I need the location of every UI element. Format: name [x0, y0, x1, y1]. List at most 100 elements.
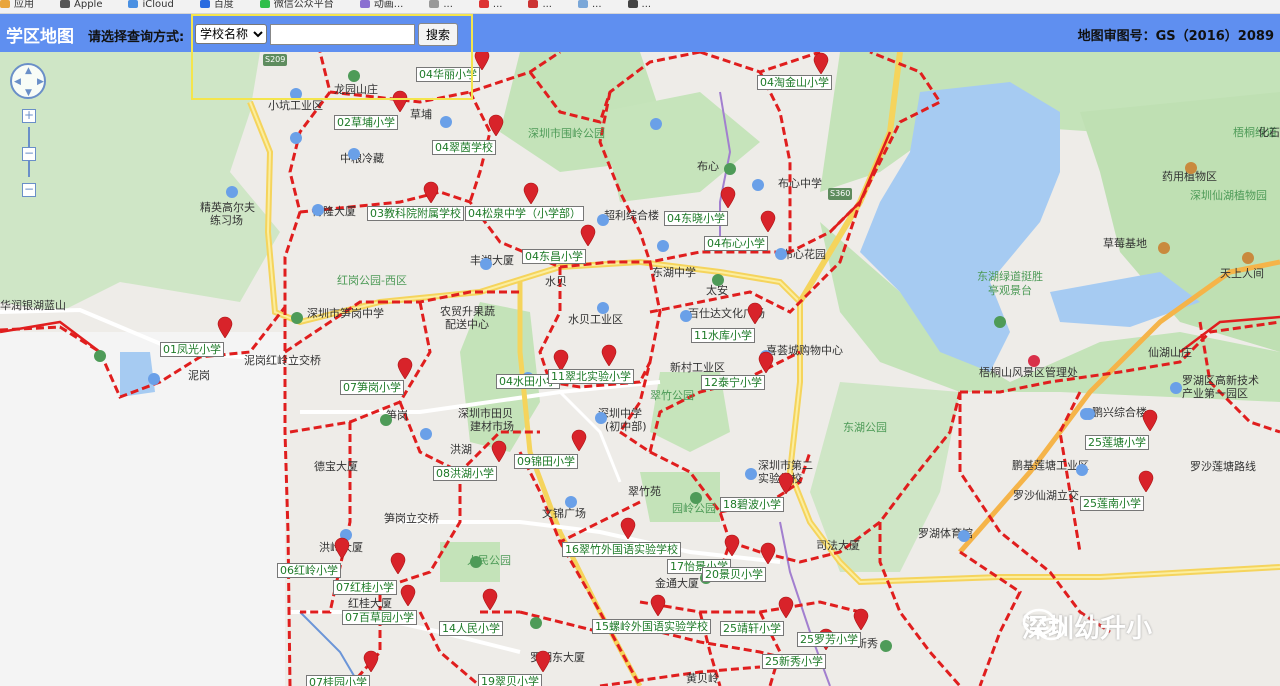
bookmark-item[interactable]: ...: [578, 0, 602, 10]
poi-icon[interactable]: [958, 530, 970, 542]
pan-control[interactable]: ▲ ▼ ◀ ▶: [10, 63, 46, 99]
poi-icon[interactable]: [420, 428, 432, 440]
zoom-slider-handle[interactable]: −: [22, 147, 36, 161]
school-marker-icon[interactable]: [523, 182, 539, 204]
poi-icon[interactable]: [597, 214, 609, 226]
poi-icon[interactable]: [1185, 162, 1197, 174]
poi-icon[interactable]: [440, 116, 452, 128]
school-label[interactable]: 07百草园小学: [342, 610, 417, 625]
district-map[interactable]: S209 龙园山庄 小坑工业区 草埔 中粮冷藏 深圳市围岭公园 布心 布心中学 S360 药用植物…: [0, 52, 1280, 686]
school-marker-icon[interactable]: [1142, 409, 1158, 431]
poi-icon[interactable]: [752, 179, 764, 191]
school-marker-icon[interactable]: [778, 596, 794, 618]
poi-icon[interactable]: [348, 70, 360, 82]
school-label[interactable]: 25莲南小学: [1080, 496, 1144, 511]
school-label[interactable]: 07笋岗小学: [340, 380, 404, 395]
school-label[interactable]: 08洪湖小学: [433, 466, 497, 481]
poi-icon[interactable]: [994, 316, 1006, 328]
search-button[interactable]: 搜索: [418, 23, 458, 46]
school-label[interactable]: 04东晓小学: [664, 211, 728, 226]
school-label[interactable]: 04淘金山小学: [757, 75, 832, 90]
poi-icon[interactable]: [880, 640, 892, 652]
school-marker-icon[interactable]: [620, 517, 636, 539]
poi-icon[interactable]: [348, 148, 360, 160]
poi-icon[interactable]: [291, 312, 303, 324]
poi-icon[interactable]: [712, 274, 724, 286]
school-label[interactable]: 25罗芳小学: [797, 632, 861, 647]
bookmark-item[interactable]: iCloud: [128, 0, 174, 10]
school-label[interactable]: 07桂园小学: [306, 675, 370, 686]
poi-icon[interactable]: [470, 556, 482, 568]
pan-left-icon[interactable]: ◀: [14, 77, 21, 87]
poi-icon[interactable]: [690, 492, 702, 504]
school-marker-icon[interactable]: [334, 537, 350, 559]
school-marker-icon[interactable]: [423, 181, 439, 203]
school-marker-icon[interactable]: [397, 357, 413, 379]
poi-icon[interactable]: [480, 258, 492, 270]
school-marker-icon[interactable]: [482, 588, 498, 610]
school-label[interactable]: 04翠茵学校: [432, 140, 496, 155]
bookmark-item[interactable]: ...: [627, 0, 651, 10]
bookmark-item[interactable]: ...: [478, 0, 502, 10]
school-label[interactable]: 25新秀小学: [762, 654, 826, 669]
school-label[interactable]: 04布心小学: [704, 236, 768, 251]
school-marker-icon[interactable]: [553, 349, 569, 371]
school-label[interactable]: 11翠北实验小学: [548, 369, 634, 384]
poi-icon[interactable]: [1170, 382, 1182, 394]
poi-icon[interactable]: [650, 118, 662, 130]
poi-icon[interactable]: [745, 468, 757, 480]
poi-icon[interactable]: [290, 132, 302, 144]
school-marker-icon[interactable]: [813, 52, 829, 74]
poi-icon[interactable]: [657, 240, 669, 252]
school-label[interactable]: 04松泉中学（小学部）: [465, 206, 584, 221]
school-marker-icon[interactable]: [400, 584, 416, 606]
school-marker-icon[interactable]: [571, 429, 587, 451]
poi-icon[interactable]: [1028, 355, 1040, 367]
school-label[interactable]: 04东昌小学: [522, 249, 586, 264]
school-label[interactable]: 11水库小学: [691, 328, 755, 343]
bookmark-item[interactable]: 微信公众平台: [259, 0, 334, 10]
poi-icon[interactable]: [1158, 242, 1170, 254]
bookmark-item[interactable]: 百度: [199, 0, 234, 10]
school-marker-icon[interactable]: [580, 224, 596, 246]
zoom-out-button[interactable]: −: [22, 183, 36, 197]
school-marker-icon[interactable]: [488, 114, 504, 136]
zoom-in-button[interactable]: +: [22, 109, 36, 123]
bookmark-item[interactable]: 应用: [0, 0, 34, 10]
poi-icon[interactable]: [724, 163, 736, 175]
poi-icon[interactable]: [312, 204, 324, 216]
poi-icon[interactable]: [597, 302, 609, 314]
school-label[interactable]: 12泰宁小学: [701, 375, 765, 390]
poi-icon[interactable]: [226, 186, 238, 198]
poi-icon[interactable]: [775, 248, 787, 260]
school-marker-icon[interactable]: [601, 344, 617, 366]
poi-icon[interactable]: [94, 350, 106, 362]
school-marker-icon[interactable]: [392, 90, 408, 112]
school-label[interactable]: 15螺岭外国语实验学校: [592, 619, 711, 634]
poi-icon[interactable]: [380, 414, 392, 426]
poi-icon[interactable]: [565, 496, 577, 508]
school-marker-icon[interactable]: [760, 542, 776, 564]
pan-up-icon[interactable]: ▲: [25, 66, 32, 76]
school-marker-icon[interactable]: [760, 210, 776, 232]
bookmark-item[interactable]: ...: [429, 0, 453, 10]
school-label[interactable]: 14人民小学: [439, 621, 503, 636]
poi-icon[interactable]: [1242, 252, 1254, 264]
school-label[interactable]: 04华丽小学: [416, 67, 480, 82]
poi-icon[interactable]: [680, 310, 692, 322]
school-label[interactable]: 25莲塘小学: [1085, 435, 1149, 450]
poi-icon[interactable]: [148, 373, 160, 385]
poi-icon[interactable]: [1080, 408, 1092, 420]
school-marker-icon[interactable]: [217, 316, 233, 338]
school-marker-icon[interactable]: [853, 608, 869, 630]
poi-icon[interactable]: [1076, 464, 1088, 476]
school-marker-icon[interactable]: [491, 440, 507, 462]
bookmark-item[interactable]: 动画...: [359, 0, 403, 10]
pan-down-icon[interactable]: ▼: [25, 88, 32, 98]
school-label[interactable]: 07红桂小学: [333, 580, 397, 595]
school-marker-icon[interactable]: [650, 594, 666, 616]
school-label[interactable]: 19翠贝小学: [478, 674, 542, 686]
poi-icon[interactable]: [530, 617, 542, 629]
school-marker-icon[interactable]: [390, 552, 406, 574]
school-marker-icon[interactable]: [758, 351, 774, 373]
